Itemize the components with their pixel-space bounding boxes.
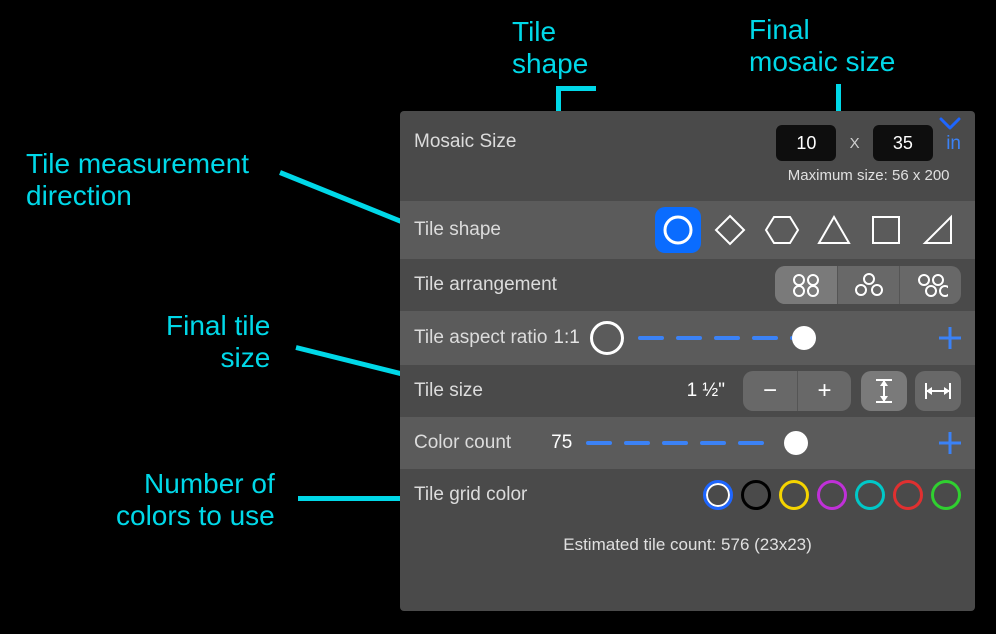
mosaic-max-size-text: Maximum size: 56 x 200: [776, 167, 961, 184]
mosaic-height-input[interactable]: 35: [873, 125, 933, 161]
mosaic-width-input[interactable]: 10: [776, 125, 836, 161]
annotation-tile-measurement-direction: Tile measurement direction: [26, 148, 249, 212]
tile-arrangement-offset[interactable]: [899, 266, 961, 304]
mosaic-size-row: Mosaic Size 10 X 35 in Maximum size: 56 …: [400, 111, 975, 201]
grid-color-swatch[interactable]: [703, 480, 733, 510]
tile-grid-color-label: Tile grid color: [414, 484, 527, 506]
aspect-plus-icon[interactable]: [939, 327, 961, 349]
tile-arrangement-grid[interactable]: [775, 266, 837, 304]
settings-panel: Mosaic Size 10 X 35 in Maximum size: 56 …: [400, 111, 975, 611]
aspect-ratio-slider[interactable]: [638, 336, 925, 340]
dimension-separator: X: [842, 135, 868, 152]
tile-size-label: Tile size: [414, 380, 483, 402]
tile-measure-vertical[interactable]: [861, 371, 907, 411]
annotation-line: [556, 86, 596, 91]
tile-size-row: Tile size 1 ½" − +: [400, 365, 975, 417]
grid-color-swatch[interactable]: [855, 480, 885, 510]
tile-arrangement-group: [775, 266, 961, 304]
grid-color-swatch[interactable]: [817, 480, 847, 510]
color-count-row: Color count 75: [400, 417, 975, 469]
tile-shape-hexagon[interactable]: [759, 207, 805, 253]
tile-shape-square[interactable]: [863, 207, 909, 253]
tile-shape-circle[interactable]: [655, 207, 701, 253]
color-count-slider[interactable]: [586, 441, 925, 445]
tile-aspect-ratio-label: Tile aspect ratio: [414, 327, 547, 349]
grid-color-swatch[interactable]: [931, 480, 961, 510]
tile-size-stepper: − +: [743, 371, 851, 411]
annotation-tile-shape: Tile shape: [512, 16, 588, 80]
tile-shape-diamond[interactable]: [707, 207, 753, 253]
tile-shape-row: Tile shape: [400, 201, 975, 259]
annotation-line: [298, 496, 404, 501]
tile-shape-label: Tile shape: [414, 219, 501, 241]
tile-size-value: 1 ½": [687, 380, 725, 402]
grid-color-swatches: [703, 480, 961, 510]
grid-color-swatch[interactable]: [779, 480, 809, 510]
tile-arrangement-label: Tile arrangement: [414, 274, 557, 296]
grid-color-swatch[interactable]: [741, 480, 771, 510]
color-count-label: Color count: [414, 432, 511, 454]
tile-aspect-ratio-row: Tile aspect ratio 1:1: [400, 311, 975, 365]
color-count-value: 75: [551, 432, 572, 454]
grid-color-swatch[interactable]: [893, 480, 923, 510]
tile-measure-direction-group: [861, 371, 961, 411]
tile-arrangement-row: Tile arrangement: [400, 259, 975, 311]
mosaic-unit-button[interactable]: in: [946, 133, 961, 154]
mosaic-size-label: Mosaic Size: [414, 131, 516, 153]
tile-shape-group: [655, 207, 961, 253]
aspect-preview-icon: [590, 321, 624, 355]
annotation-final-tile-size: Final tile size: [166, 310, 270, 374]
annotation-number-of-colors: Number of colors to use: [116, 468, 275, 532]
tile-aspect-ratio-value: 1:1: [553, 327, 579, 349]
tile-grid-color-row: Tile grid color: [400, 469, 975, 521]
annotation-final-mosaic-size: Final mosaic size: [749, 14, 895, 78]
tile-shape-triangle[interactable]: [811, 207, 857, 253]
tile-size-increment[interactable]: +: [797, 371, 851, 411]
color-count-plus-icon[interactable]: [939, 432, 961, 454]
tile-measure-horizontal[interactable]: [915, 371, 961, 411]
tile-arrangement-honeycomb[interactable]: [837, 266, 899, 304]
tile-size-decrement[interactable]: −: [743, 371, 797, 411]
estimated-tile-count: Estimated tile count: 576 (23x23): [400, 521, 975, 555]
tile-shape-right-triangle[interactable]: [915, 207, 961, 253]
